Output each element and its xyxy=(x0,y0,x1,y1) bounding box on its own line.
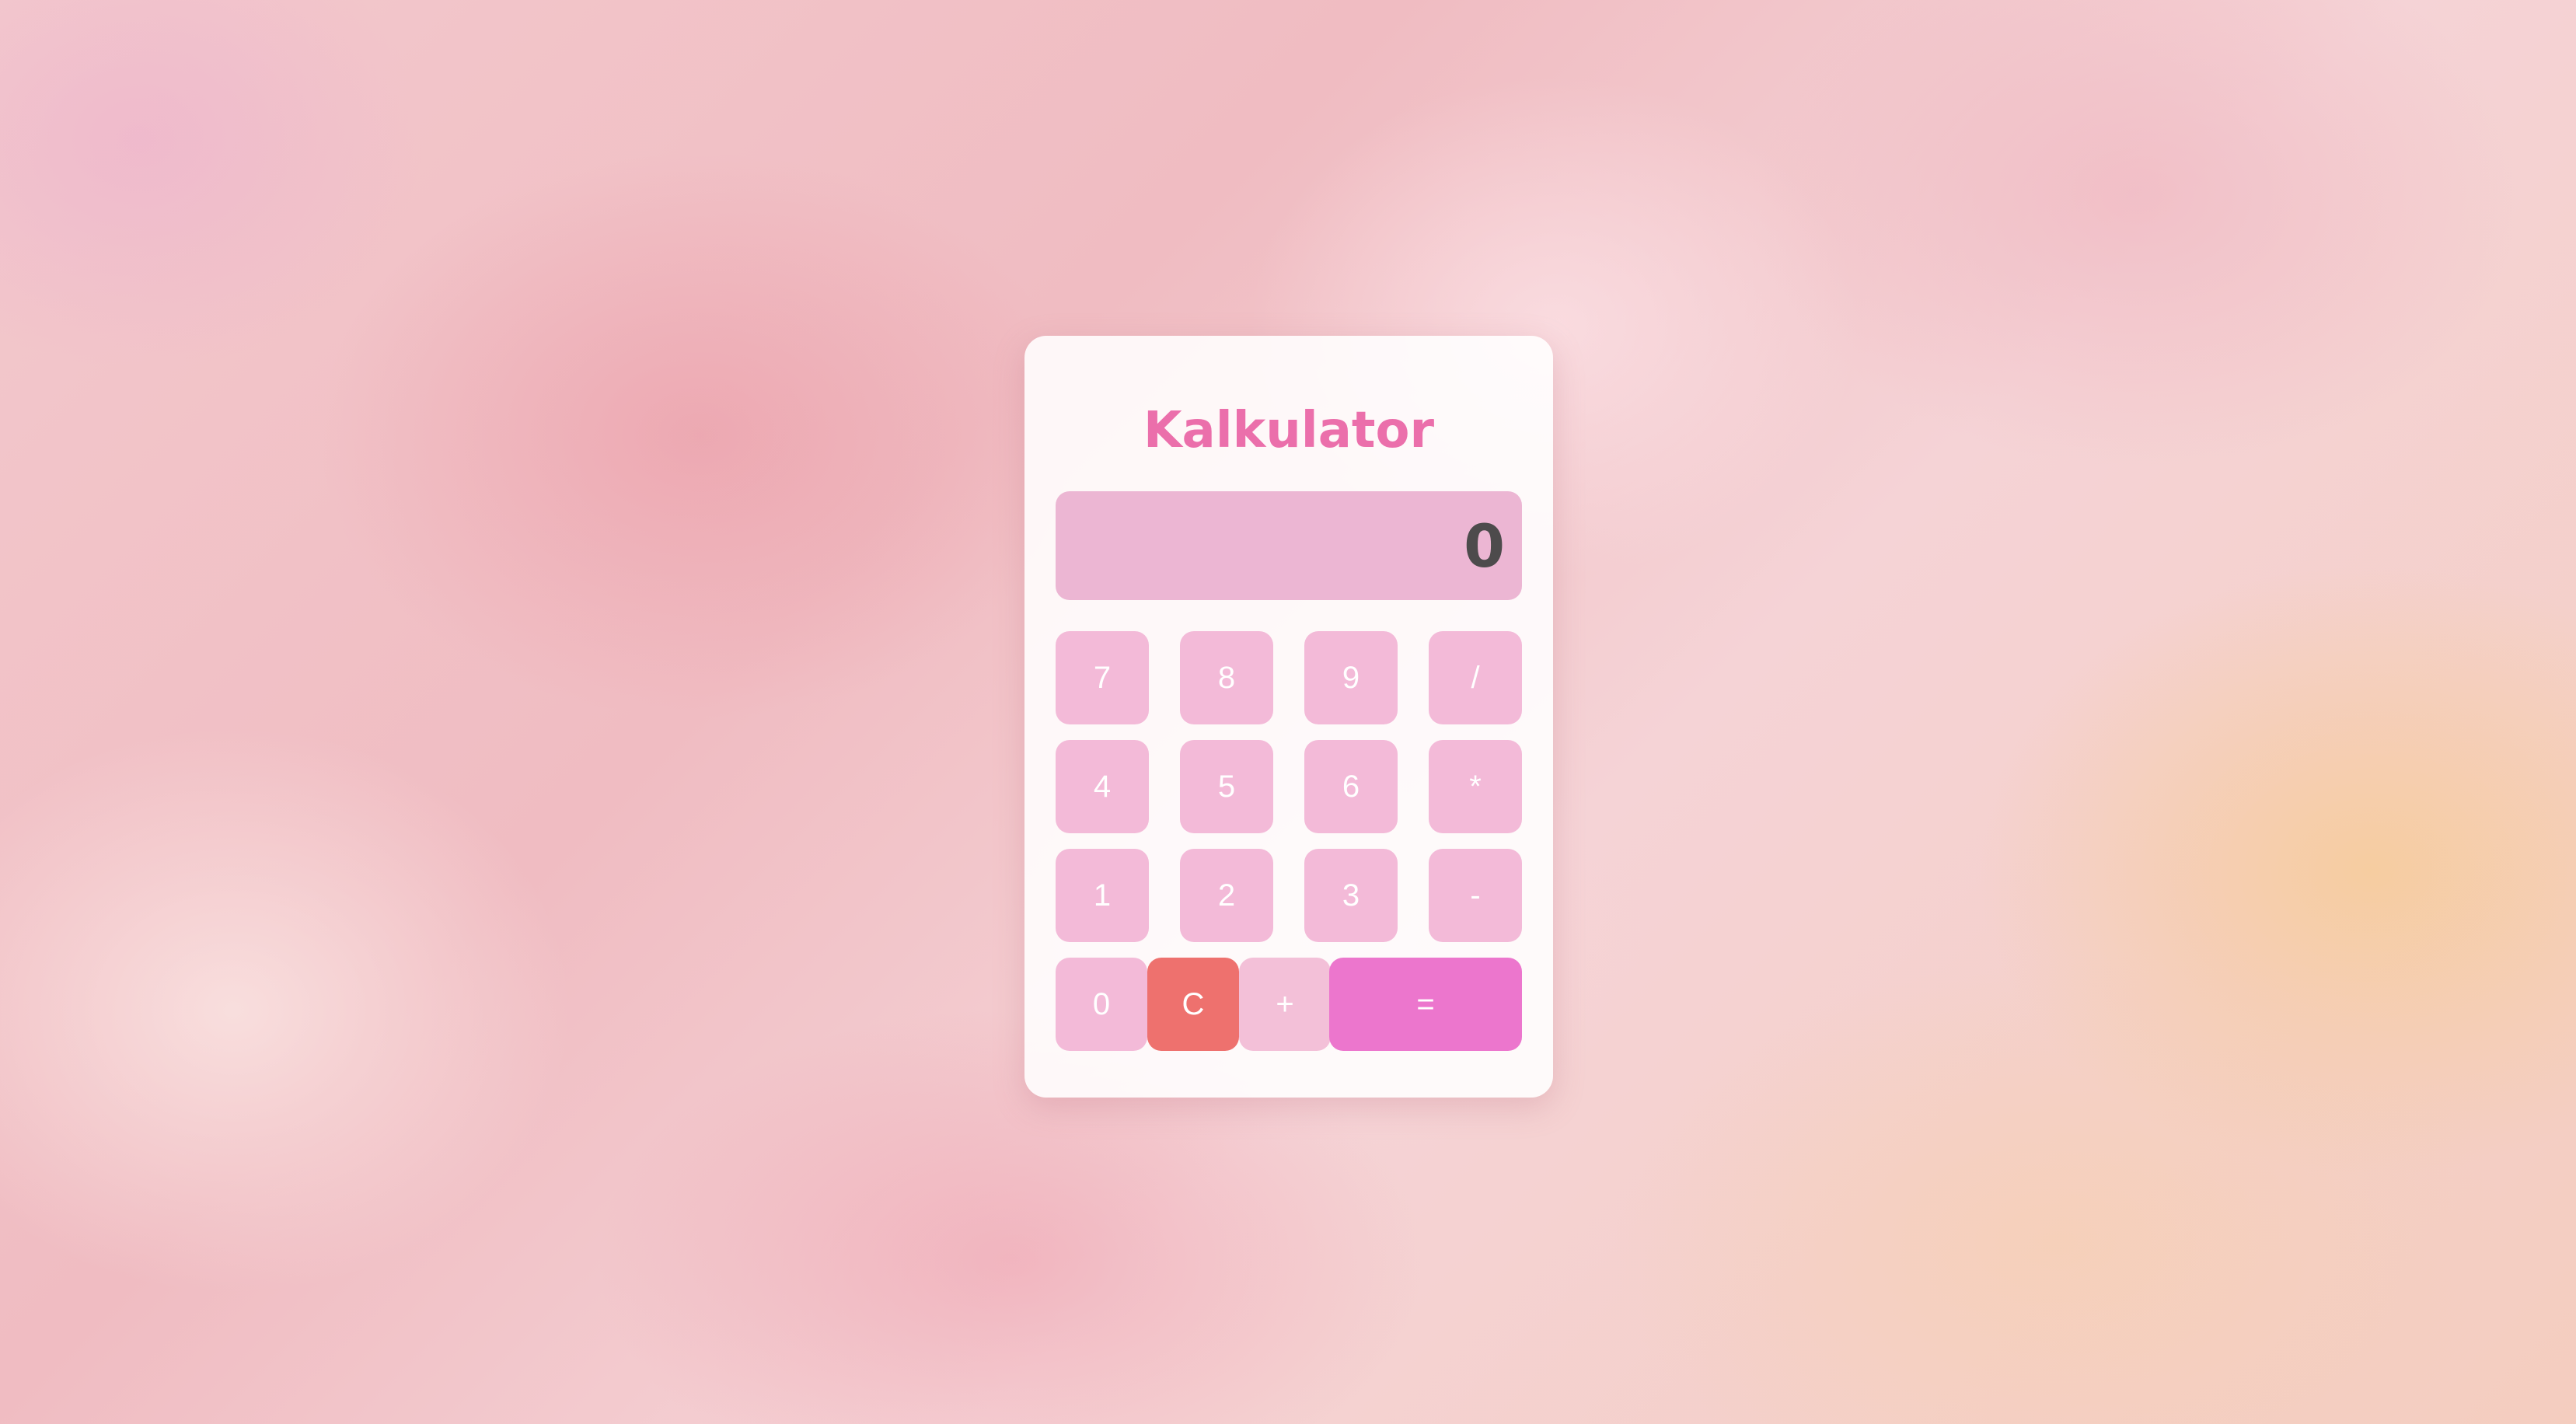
key-4-button[interactable]: 4 xyxy=(1056,740,1149,833)
calculator-card: Kalkulator 0 7 8 9 / 4 5 6 * 1 2 3 - 0 C… xyxy=(1024,336,1553,1098)
add-button[interactable]: + xyxy=(1239,958,1331,1051)
key-5-button[interactable]: 5 xyxy=(1180,740,1273,833)
key-7-button[interactable]: 7 xyxy=(1056,631,1149,724)
key-3-button[interactable]: 3 xyxy=(1304,849,1398,942)
calculator-title: Kalkulator xyxy=(1143,402,1435,459)
key-0-button[interactable]: 0 xyxy=(1056,958,1147,1051)
key-1-button[interactable]: 1 xyxy=(1056,849,1149,942)
key-8-button[interactable]: 8 xyxy=(1180,631,1273,724)
divide-button[interactable]: / xyxy=(1429,631,1522,724)
calculator-display: 0 xyxy=(1056,491,1522,600)
key-9-button[interactable]: 9 xyxy=(1304,631,1398,724)
key-6-button[interactable]: 6 xyxy=(1304,740,1398,833)
multiply-button[interactable]: * xyxy=(1429,740,1522,833)
key-2-button[interactable]: 2 xyxy=(1180,849,1273,942)
subtract-button[interactable]: - xyxy=(1429,849,1522,942)
clear-button[interactable]: C xyxy=(1147,958,1239,1051)
equals-button[interactable]: = xyxy=(1329,958,1522,1051)
